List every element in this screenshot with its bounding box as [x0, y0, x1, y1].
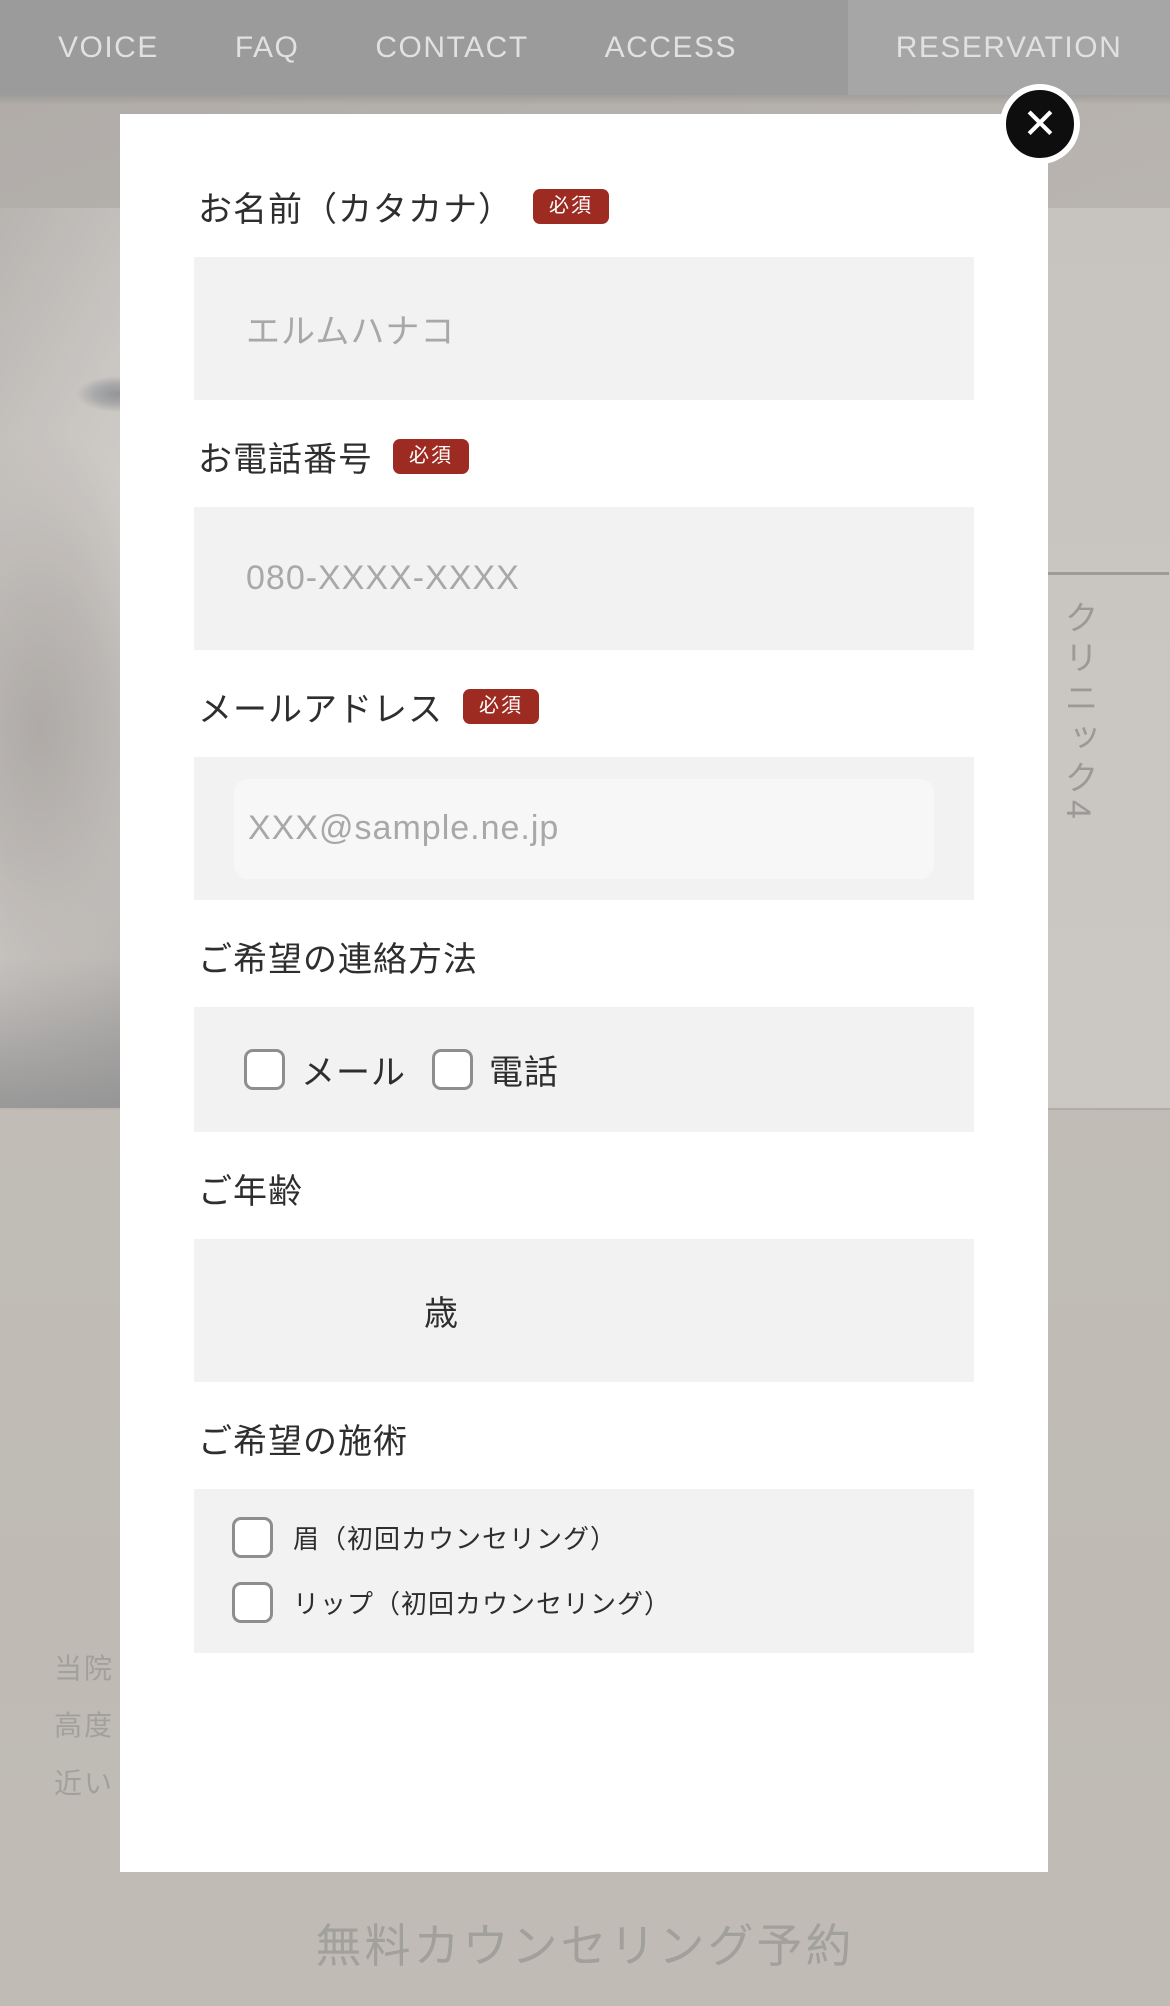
reservation-form: お名前（カタカナ） 必須 エルムハナコ お電話番号 必須 080-XXXX-XX…: [120, 114, 1048, 1653]
field-treatment: ご希望の施術 眉（初回カウンセリング） リップ（初回カウンセリング）: [194, 1386, 974, 1653]
field-contact-method-label: ご希望の連絡方法: [198, 941, 478, 979]
treatment-option-brow-label: 眉（初回カウンセリング）: [293, 1524, 618, 1554]
checkbox-icon[interactable]: [244, 1049, 285, 1090]
close-modal-button[interactable]: ✕: [1000, 84, 1080, 164]
reservation-form-modal: お名前（カタカナ） 必須 エルムハナコ お電話番号 必須 080-XXXX-XX…: [120, 114, 1048, 1872]
phone-input-placeholder: 080-XXXX-XXXX: [246, 559, 520, 597]
field-age-label: ご年齢: [198, 1173, 303, 1211]
email-input-placeholder: XXX@sample.ne.jp: [248, 809, 560, 847]
field-name-required-badge: 必須: [533, 189, 609, 224]
checkbox-icon[interactable]: [432, 1049, 473, 1090]
field-phone: お電話番号 必須 080-XXXX-XXXX: [194, 404, 974, 650]
field-phone-label: お電話番号: [198, 441, 373, 479]
field-contact-method: ご希望の連絡方法 メール 電話: [194, 904, 974, 1132]
close-icon: ✕: [1022, 100, 1058, 147]
treatment-option-lip-label: リップ（初回カウンセリング）: [293, 1589, 672, 1619]
field-email-label: メールアドレス: [198, 691, 443, 729]
checkbox-icon[interactable]: [232, 1582, 273, 1623]
name-input-placeholder: エルムハナコ: [246, 313, 456, 351]
field-age: ご年齢 歳: [194, 1136, 974, 1382]
contact-method-option-phone-label: 電話: [489, 1054, 559, 1092]
field-name-label-row: お名前（カタカナ） 必須: [194, 154, 974, 257]
field-contact-method-label-row: ご希望の連絡方法: [194, 904, 974, 1007]
field-treatment-label-row: ご希望の施術: [194, 1386, 974, 1489]
phone-input[interactable]: 080-XXXX-XXXX: [194, 507, 974, 650]
field-phone-required-badge: 必須: [393, 439, 469, 474]
email-input[interactable]: XXX@sample.ne.jp: [194, 757, 974, 900]
field-phone-label-row: お電話番号 必須: [194, 404, 974, 507]
treatment-option-lip[interactable]: リップ（初回カウンセリング）: [232, 1582, 936, 1623]
field-email-required-badge: 必須: [463, 689, 539, 724]
contact-method-options: メール 電話: [194, 1007, 974, 1132]
field-email: メールアドレス 必須 XXX@sample.ne.jp: [194, 654, 974, 900]
age-unit-label: 歳: [424, 1295, 458, 1333]
field-name: お名前（カタカナ） 必須 エルムハナコ: [194, 154, 974, 400]
contact-method-option-email-label: メール: [301, 1054, 406, 1092]
email-input-inner[interactable]: XXX@sample.ne.jp: [234, 778, 934, 879]
contact-method-option-email[interactable]: メール: [244, 1045, 406, 1094]
treatment-option-brow[interactable]: 眉（初回カウンセリング）: [232, 1517, 936, 1558]
name-input[interactable]: エルムハナコ: [194, 257, 974, 400]
contact-method-option-phone[interactable]: 電話: [432, 1045, 559, 1094]
field-treatment-label: ご希望の施術: [198, 1423, 408, 1461]
field-age-label-row: ご年齢: [194, 1136, 974, 1239]
field-email-label-row: メールアドレス 必須: [194, 654, 974, 757]
age-input[interactable]: 歳: [194, 1239, 974, 1382]
treatment-options: 眉（初回カウンセリング） リップ（初回カウンセリング）: [194, 1489, 974, 1653]
field-name-label: お名前（カタカナ）: [198, 191, 513, 229]
checkbox-icon[interactable]: [232, 1517, 273, 1558]
